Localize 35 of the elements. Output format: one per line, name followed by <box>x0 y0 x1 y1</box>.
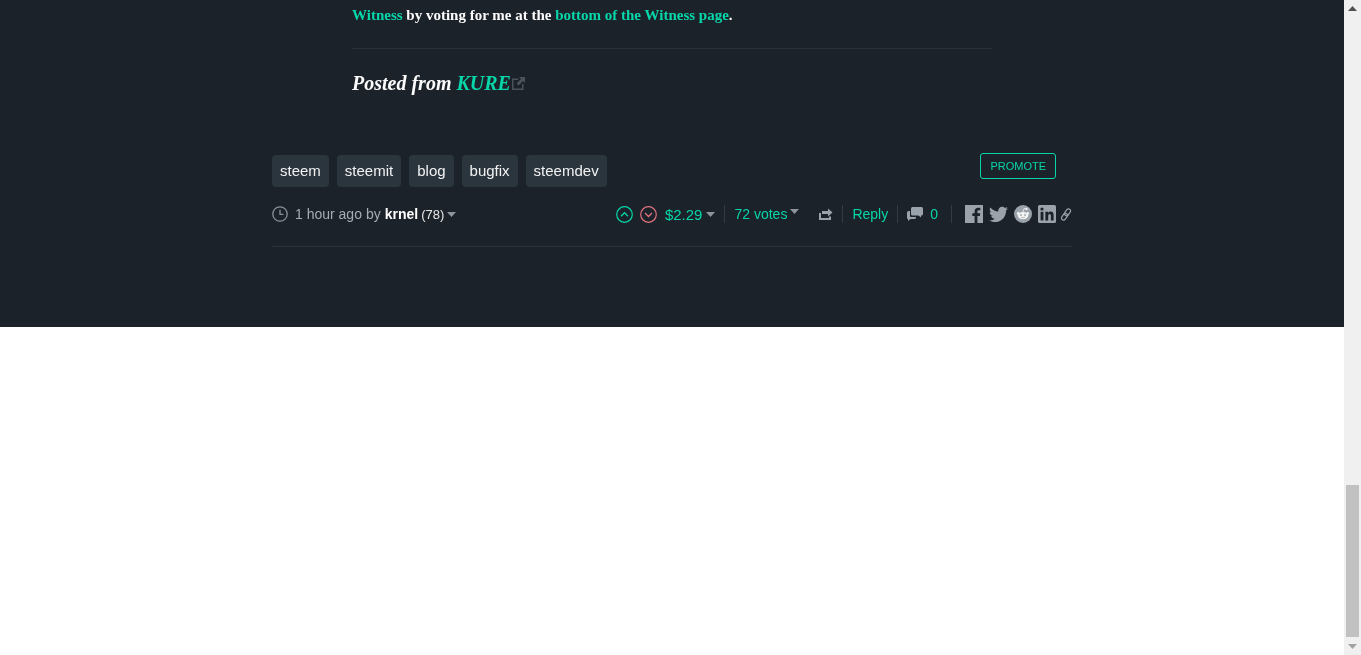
payout-amount[interactable]: $2.29 <box>664 205 703 223</box>
tag-link[interactable]: blog <box>409 155 454 187</box>
reddit-icon[interactable] <box>1014 205 1032 223</box>
author-link[interactable]: krnel <box>384 206 419 222</box>
reply-link[interactable]: Reply <box>852 206 889 222</box>
votes-link[interactable]: 72 votes <box>734 206 788 222</box>
caret-icon[interactable] <box>790 208 800 214</box>
reputation-score: (78) <box>421 206 445 222</box>
tag-link[interactable]: steem <box>272 155 329 187</box>
upvote-icon[interactable] <box>615 205 633 223</box>
comment-count[interactable]: 0 <box>930 206 938 222</box>
text-link[interactable]: Witness <box>352 7 403 23</box>
linkedin-icon[interactable] <box>1038 205 1056 223</box>
tag-link[interactable]: steemdev <box>525 155 607 187</box>
facebook-icon[interactable] <box>965 205 983 223</box>
promote-button[interactable]: PROMOTE <box>980 153 1056 179</box>
link-icon[interactable] <box>1060 207 1072 221</box>
text-link[interactable]: bottom of the Witness page <box>555 7 729 23</box>
scrollbar-thumb[interactable] <box>1346 485 1359 637</box>
downvote-icon[interactable] <box>639 205 657 223</box>
by-label: by <box>365 206 381 222</box>
caret-icon[interactable] <box>706 211 716 217</box>
source-link[interactable]: KURE <box>456 72 511 94</box>
repost-arrow-icon[interactable] <box>819 208 834 220</box>
caret-icon[interactable] <box>447 211 457 217</box>
tag-link[interactable]: bugfix <box>461 155 518 187</box>
twitter-icon[interactable] <box>989 206 1008 222</box>
speech-bubbles-icon[interactable] <box>907 207 924 221</box>
closing-paragraph: Witness by voting for me at the bottom of the Witness page. <box>352 6 734 25</box>
scrollbar-track[interactable] <box>1344 0 1361 655</box>
clock-icon <box>272 206 288 222</box>
time-ago-link[interactable]: 1 hour ago <box>295 206 362 222</box>
scroll-up-arrow-icon[interactable] <box>1348 6 1357 11</box>
tag-link[interactable]: steemit <box>336 155 402 187</box>
posted-from-text: Posted from KURE <box>352 71 511 97</box>
